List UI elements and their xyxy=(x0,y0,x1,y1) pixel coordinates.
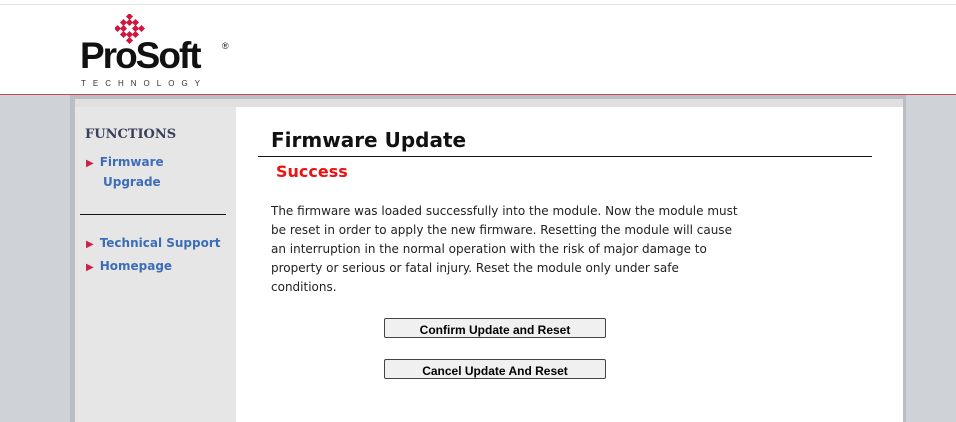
sidebar-item-firmware-upgrade[interactable]: ▶ Firmware Upgrade xyxy=(86,153,164,191)
status-message: Success xyxy=(276,162,348,181)
sidebar-item-label: Homepage xyxy=(99,259,173,273)
triangle-right-icon: ▶ xyxy=(86,158,94,169)
title-divider xyxy=(258,156,872,157)
info-message: The firmware was loaded successfully int… xyxy=(271,204,738,294)
top-divider xyxy=(0,4,956,5)
triangle-right-icon: ▶ xyxy=(86,239,94,250)
confirm-update-reset-button[interactable]: Confirm Update and Reset xyxy=(384,318,606,338)
page-title: Firmware Update xyxy=(271,128,467,152)
sidebar-item-technical-support[interactable]: ▶ Technical Support xyxy=(86,234,221,254)
sidebar-item-homepage[interactable]: ▶ Homepage xyxy=(86,257,172,277)
sidebar-divider xyxy=(80,214,226,215)
panel-top-strip xyxy=(75,99,903,107)
logo-tagline: TECHNOLOGY xyxy=(81,79,208,88)
cancel-update-reset-button[interactable]: Cancel Update And Reset xyxy=(384,359,606,379)
sidebar-item-label-line2: Upgrade xyxy=(103,175,161,189)
sidebar-heading: FUNCTIONS xyxy=(85,127,177,142)
registered-mark: ® xyxy=(222,41,229,51)
sidebar-item-label: Technical Support xyxy=(99,236,221,250)
sidebar-item-label: Firmware xyxy=(99,155,164,169)
logo-wordmark: ProSoft xyxy=(80,35,202,76)
triangle-right-icon: ▶ xyxy=(86,262,94,273)
prosoft-logo: ProSoft ® TECHNOLOGY xyxy=(80,14,240,92)
header: ProSoft ® TECHNOLOGY xyxy=(0,0,956,95)
